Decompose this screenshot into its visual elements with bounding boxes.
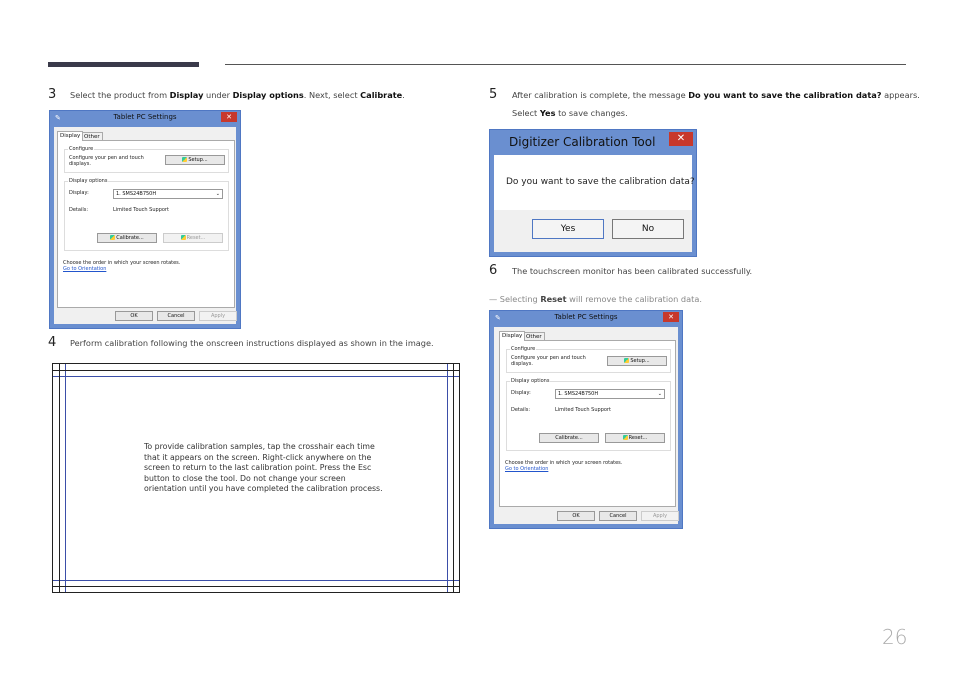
reset-button[interactable]: Reset... bbox=[163, 233, 223, 243]
window-title: Tablet PC Settings bbox=[554, 313, 618, 321]
apply-button[interactable]: Apply bbox=[641, 511, 679, 521]
crosshair-line bbox=[53, 370, 459, 371]
window-title: Tablet PC Settings bbox=[113, 113, 177, 121]
display-label: Display: bbox=[69, 190, 89, 196]
tab-panel: Configure Configure your pen and touch di… bbox=[499, 340, 676, 507]
orientation-link[interactable]: Go to Orientation bbox=[505, 466, 548, 472]
close-button[interactable]: ✕ bbox=[669, 132, 693, 146]
dialog-button-bar: Yes No bbox=[494, 210, 692, 252]
page-number: 26 bbox=[882, 625, 908, 649]
title-bar: ✎ Tablet PC Settings ✕ bbox=[490, 311, 682, 325]
shield-icon bbox=[110, 235, 116, 240]
display-options-title: Display options bbox=[510, 378, 551, 384]
step-3-number: 3 bbox=[48, 87, 57, 102]
display-options-title: Display options bbox=[68, 178, 109, 184]
display-options-group: Display options Display: 1. SMS24B750H ⌄ … bbox=[506, 378, 671, 451]
tab-display[interactable]: Display bbox=[57, 131, 84, 141]
crosshair-line bbox=[53, 376, 459, 377]
step-5-text-line1: After calibration is complete, the messa… bbox=[512, 90, 920, 100]
configure-group-title: Configure bbox=[68, 146, 95, 152]
close-button[interactable]: ✕ bbox=[221, 112, 237, 122]
yes-button[interactable]: Yes bbox=[532, 219, 604, 239]
shield-icon bbox=[182, 157, 188, 162]
step-3-text: Select the product from Display under Di… bbox=[70, 90, 405, 100]
header-bar-dark bbox=[48, 62, 199, 67]
setup-button[interactable]: Setup... bbox=[165, 155, 225, 165]
dialog-title: Digitizer Calibration Tool bbox=[509, 135, 656, 149]
step-4-text: Perform calibration following the onscre… bbox=[70, 338, 434, 348]
crosshair-line bbox=[453, 364, 454, 592]
display-options-group: Display options Display: 1. SMS24B750H ⌄ … bbox=[64, 178, 229, 251]
step-5-text-line2: Select Yes to save changes. bbox=[512, 108, 628, 118]
crosshair-line bbox=[447, 364, 448, 592]
calibrate-button[interactable]: Calibrate... bbox=[539, 433, 599, 443]
cancel-button[interactable]: Cancel bbox=[157, 311, 195, 321]
display-select[interactable]: 1. SMS24B750H ⌄ bbox=[555, 389, 665, 399]
setup-button[interactable]: Setup... bbox=[607, 356, 667, 366]
tablet-pc-settings-window-2: ✎ Tablet PC Settings ✕ Display Other Con… bbox=[489, 310, 683, 529]
no-button[interactable]: No bbox=[612, 219, 684, 239]
shield-icon bbox=[180, 235, 186, 240]
details-value: Limited Touch Support bbox=[113, 207, 169, 213]
digitizer-calibration-dialog: Digitizer Calibration Tool ✕ Do you want… bbox=[489, 129, 697, 257]
chevron-down-icon: ⌄ bbox=[657, 391, 662, 397]
ok-button[interactable]: OK bbox=[115, 311, 153, 321]
configure-group-title: Configure bbox=[510, 346, 537, 352]
reset-button[interactable]: Reset... bbox=[605, 433, 665, 443]
step-4-number: 4 bbox=[48, 335, 57, 350]
window-client: Display Other Configure Configure your p… bbox=[494, 327, 679, 524]
ok-button[interactable]: OK bbox=[557, 511, 595, 521]
tab-display[interactable]: Display bbox=[499, 331, 526, 341]
configure-text: Configure your pen and touch displays. bbox=[511, 355, 586, 367]
close-button[interactable]: ✕ bbox=[663, 312, 679, 322]
dialog-message: Do you want to save the calibration data… bbox=[506, 177, 695, 187]
details-label: Details: bbox=[511, 407, 531, 413]
tablet-pc-settings-window-1: ✎ Tablet PC Settings ✕ Display Other Con… bbox=[49, 110, 241, 329]
details-value: Limited Touch Support bbox=[555, 407, 611, 413]
window-client: Display Other Configure Configure your p… bbox=[54, 127, 237, 324]
shield-icon bbox=[624, 358, 630, 363]
display-label: Display: bbox=[511, 390, 531, 396]
configure-group: Configure Configure your pen and touch di… bbox=[64, 146, 229, 173]
chevron-down-icon: ⌄ bbox=[215, 191, 220, 197]
cancel-button[interactable]: Cancel bbox=[599, 511, 637, 521]
crosshair-line bbox=[65, 364, 66, 592]
dialog-client: Do you want to save the calibration data… bbox=[494, 155, 695, 252]
configure-text: Configure your pen and touch displays. bbox=[69, 155, 144, 167]
header-rule bbox=[225, 64, 906, 65]
calibration-screen: To provide calibration samples, tap the … bbox=[52, 363, 460, 593]
orientation-link[interactable]: Go to Orientation bbox=[63, 266, 106, 272]
details-label: Details: bbox=[69, 207, 89, 213]
step-6-number: 6 bbox=[489, 263, 498, 278]
crosshair-line bbox=[53, 586, 459, 587]
apply-button[interactable]: Apply bbox=[199, 311, 237, 321]
crosshair-line bbox=[59, 364, 60, 592]
reset-note: — Selecting Reset will remove the calibr… bbox=[489, 294, 702, 304]
configure-group: Configure Configure your pen and touch di… bbox=[506, 346, 671, 373]
shield-icon bbox=[622, 435, 628, 440]
step-5-number: 5 bbox=[489, 87, 498, 102]
calibration-instructions: To provide calibration samples, tap the … bbox=[144, 442, 383, 493]
tab-panel: Configure Configure your pen and touch di… bbox=[57, 140, 235, 308]
crosshair-line bbox=[53, 580, 459, 581]
calibrate-button[interactable]: Calibrate... bbox=[97, 233, 157, 243]
display-select[interactable]: 1. SMS24B750H ⌄ bbox=[113, 189, 223, 199]
step-6-text: The touchscreen monitor has been calibra… bbox=[512, 266, 753, 276]
title-bar: ✎ Tablet PC Settings ✕ bbox=[50, 111, 240, 125]
